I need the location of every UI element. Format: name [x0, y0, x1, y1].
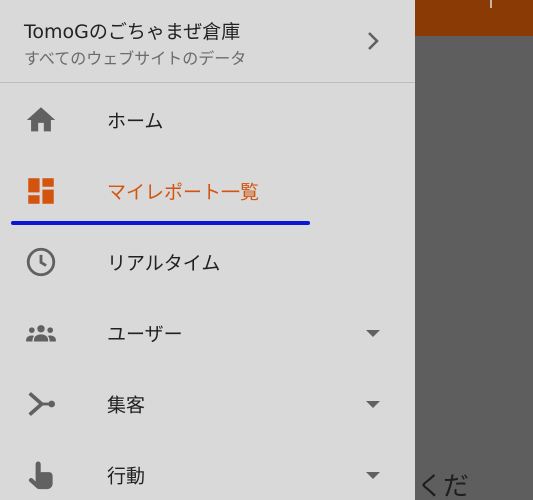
background-content[interactable]: くだ [415, 36, 533, 500]
account-subtitle: すべてのウェブサイトのデータ [24, 49, 247, 68]
caret-down-icon [366, 471, 380, 479]
navigation-drawer: TomoGのごちゃまぜ倉庫 すべてのウェブサイトのデータ ホーム マイレポート一… [0, 0, 415, 500]
caret-down-icon [366, 329, 380, 337]
touch-icon [28, 461, 53, 489]
nav-item-home[interactable]: ホーム [0, 84, 415, 155]
background-app-bar [415, 0, 533, 36]
nav-item-users[interactable]: ユーザー [0, 297, 415, 368]
nav-item-label: ホーム [107, 110, 164, 132]
nav-item-label: ユーザー [107, 323, 183, 345]
account-selector[interactable]: TomoGのごちゃまぜ倉庫 すべてのウェブサイトのデータ [0, 0, 415, 83]
app-bar-divider [490, 0, 492, 8]
nav-item-label: 行動 [107, 465, 146, 487]
clock-icon [26, 247, 56, 276]
background-text: くだ [417, 472, 470, 500]
dashboard-icon [28, 177, 54, 204]
account-title: TomoGのごちゃまぜ倉庫 [24, 21, 241, 43]
nav-item-realtime[interactable]: リアルタイム [0, 226, 415, 297]
nav-item-label: マイレポート一覧 [107, 181, 260, 203]
nav-item-behavior[interactable]: 行動 [0, 439, 415, 500]
people-icon [26, 324, 56, 341]
home-icon [26, 106, 56, 131]
nav-item-label: リアルタイム [107, 252, 221, 274]
caret-down-icon [366, 400, 380, 408]
nav-item-my-reports[interactable]: マイレポート一覧 [0, 155, 415, 226]
merge-icon [28, 391, 56, 416]
selection-underline [11, 221, 310, 225]
nav-item-label: 集客 [107, 394, 146, 416]
chevron-right-icon[interactable] [358, 26, 388, 56]
nav-item-acquisition[interactable]: 集客 [0, 368, 415, 439]
